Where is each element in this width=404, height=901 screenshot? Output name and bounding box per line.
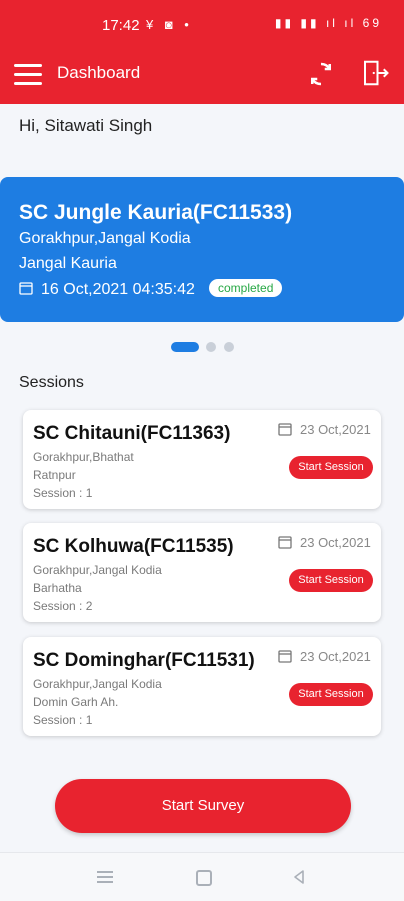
calendar-icon — [278, 423, 292, 436]
session-number: Session : 2 — [33, 599, 93, 613]
status-system-icons: ▮▮ ▮▮ ıl ıl 69 — [274, 16, 382, 30]
hero-datetime: 16 Oct,2021 04:35:42 — [41, 281, 195, 298]
hero-location-line1: Gorakhpur,Jangal Kodia — [19, 230, 191, 247]
session-location-line1: Gorakhpur,Bhathat — [33, 450, 134, 464]
session-card[interactable]: SC Chitauni(FC11363) Gorakhpur,Bhathat R… — [23, 410, 381, 509]
session-card[interactable]: SC Kolhuwa(FC11535) Gorakhpur,Jangal Kod… — [23, 523, 381, 622]
session-title: SC Kolhuwa(FC11535) — [33, 536, 234, 557]
greeting-text: Hi, Sitawati Singh — [19, 116, 153, 135]
nav-back-icon[interactable] — [291, 869, 307, 885]
start-session-button[interactable]: Start Session — [289, 569, 373, 592]
app-header: Dashboard — [0, 52, 404, 104]
session-location-line2: Ratnpur — [33, 468, 76, 482]
session-title: SC Dominghar(FC11531) — [33, 650, 255, 671]
calendar-icon — [19, 282, 33, 295]
menu-icon[interactable] — [14, 62, 44, 86]
status-notification-icons: ¥ ◙ • — [146, 17, 193, 32]
page-title: Dashboard — [57, 63, 141, 82]
session-location-line1: Gorakhpur,Jangal Kodia — [33, 677, 162, 691]
nav-home-icon[interactable] — [196, 870, 212, 886]
calendar-icon — [278, 650, 292, 663]
sessions-heading: Sessions — [19, 374, 84, 391]
status-bar: 17:42 ¥ ◙ • ▮▮ ▮▮ ıl ıl 69 — [0, 0, 404, 52]
calendar-icon — [278, 536, 292, 549]
carousel-dot-active[interactable] — [171, 342, 199, 352]
carousel-dot[interactable] — [206, 342, 216, 352]
start-session-button[interactable]: Start Session — [289, 456, 373, 479]
session-number: Session : 1 — [33, 486, 93, 500]
session-card[interactable]: SC Dominghar(FC11531) Gorakhpur,Jangal K… — [23, 637, 381, 736]
session-date: 23 Oct,2021 — [300, 535, 371, 550]
hero-location-line2: Jangal Kauria — [19, 255, 117, 272]
hero-title: SC Jungle Kauria(FC11533) — [19, 201, 293, 224]
start-survey-button[interactable]: Start Survey — [55, 779, 351, 833]
session-location-line2: Barhatha — [33, 581, 82, 595]
start-session-button[interactable]: Start Session — [289, 683, 373, 706]
logout-icon[interactable] — [360, 58, 390, 88]
session-location-line1: Gorakhpur,Jangal Kodia — [33, 563, 162, 577]
session-title: SC Chitauni(FC11363) — [33, 423, 231, 444]
completed-survey-card[interactable]: SC Jungle Kauria(FC11533) Gorakhpur,Jang… — [0, 177, 404, 322]
system-nav-bar — [0, 852, 404, 901]
session-date: 23 Oct,2021 — [300, 422, 371, 437]
status-time: 17:42 — [102, 17, 140, 34]
session-date: 23 Oct,2021 — [300, 649, 371, 664]
status-badge: completed — [209, 279, 283, 297]
sync-icon[interactable] — [306, 59, 336, 89]
carousel-dot[interactable] — [224, 342, 234, 352]
nav-menu-icon[interactable] — [97, 870, 115, 884]
session-location-line2: Domin Garh Ah. — [33, 695, 119, 709]
session-number: Session : 1 — [33, 713, 93, 727]
